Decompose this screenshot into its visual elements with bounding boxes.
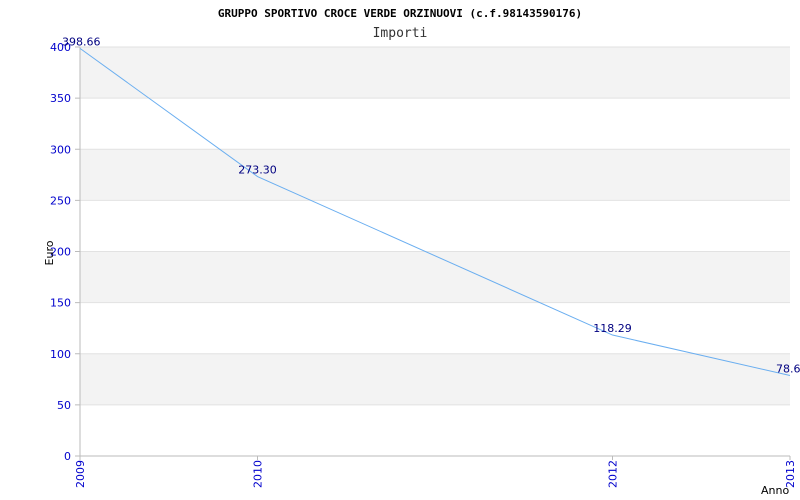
y-tick-label: 100 bbox=[50, 348, 71, 361]
data-label: 78.69 bbox=[776, 363, 800, 376]
x-axis-label: Anno bbox=[761, 484, 789, 497]
chart-subtitle: Importi bbox=[373, 26, 428, 41]
grid-band bbox=[80, 149, 790, 201]
y-tick-label: 300 bbox=[50, 143, 71, 156]
x-tick-label: 2010 bbox=[252, 460, 265, 488]
y-tick-label: 150 bbox=[50, 297, 71, 310]
data-label: 273.30 bbox=[238, 164, 277, 177]
y-tick-label: 50 bbox=[57, 399, 71, 412]
data-label: 118.29 bbox=[593, 322, 632, 335]
y-tick-label: 350 bbox=[50, 92, 71, 105]
line-chart: 050100150200250300350400 2009 2010 2012 201… bbox=[43, 7, 800, 497]
grid-band bbox=[80, 353, 790, 405]
data-label: 398.66 bbox=[62, 35, 101, 48]
y-tick-label: 250 bbox=[50, 194, 71, 207]
y-tick-label: 0 bbox=[64, 450, 71, 463]
grid-band bbox=[80, 251, 790, 303]
x-tick-labels: 2009 2010 2012 2013 bbox=[74, 456, 797, 488]
x-tick-label: 2009 bbox=[74, 460, 87, 488]
chart-title: GRUPPO SPORTIVO CROCE VERDE ORZINUOVI (c… bbox=[218, 7, 582, 20]
y-axis-label: Euro bbox=[43, 240, 56, 265]
grid-band bbox=[80, 47, 790, 99]
x-tick-label: 2012 bbox=[607, 460, 620, 488]
